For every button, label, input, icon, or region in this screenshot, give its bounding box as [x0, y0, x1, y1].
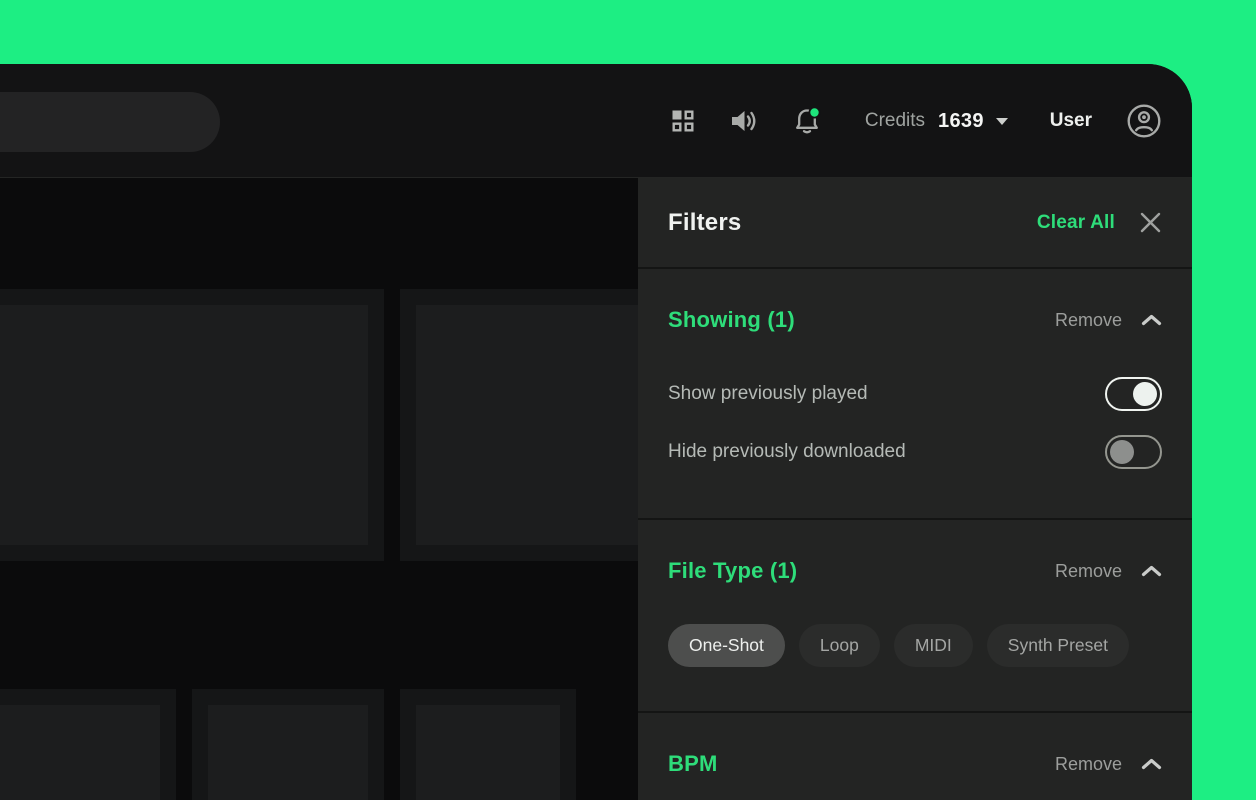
app-window: Credits 1639 User Filters — [0, 64, 1192, 800]
toggle-row-show-previously-played: Show previously played — [668, 377, 1162, 411]
content-card[interactable] — [0, 289, 384, 561]
filter-section-showing: Showing (1) Remove Show previously playe… — [638, 267, 1192, 518]
content-card[interactable] — [400, 689, 576, 800]
user-avatar-icon[interactable] — [1126, 103, 1162, 139]
chevron-up-icon[interactable] — [1141, 758, 1162, 770]
volume-icon[interactable] — [729, 108, 759, 134]
toggle-label: Hide previously downloaded — [668, 441, 906, 463]
chip-loop[interactable]: Loop — [799, 624, 880, 667]
content-card-thumbnail — [0, 705, 160, 800]
content-card[interactable] — [0, 689, 176, 800]
filters-title: Filters — [668, 209, 741, 237]
close-icon[interactable] — [1139, 211, 1162, 234]
section-title: BPM — [668, 749, 718, 779]
filters-panel: Filters Clear All Showing (1) — [638, 178, 1192, 800]
credits-dropdown-chevron-icon[interactable] — [996, 118, 1008, 125]
file-type-chips: One-Shot Loop MIDI Synth Preset — [668, 624, 1162, 667]
section-title: File Type (1) — [668, 556, 797, 586]
content-card[interactable] — [192, 689, 384, 800]
chevron-up-icon[interactable] — [1141, 565, 1162, 577]
section-title: Showing (1) — [668, 305, 795, 335]
clear-all-button[interactable]: Clear All — [1037, 212, 1115, 234]
remove-section-button[interactable]: Remove — [1055, 556, 1122, 586]
topbar: Credits 1639 User — [0, 64, 1192, 178]
content-card-thumbnail — [416, 305, 674, 545]
remove-section-button[interactable]: Remove — [1055, 305, 1122, 335]
credits-value: 1639 — [938, 110, 984, 133]
chip-synth-preset[interactable]: Synth Preset — [987, 624, 1129, 667]
page-background: Credits 1639 User Filters — [0, 0, 1256, 800]
filter-section-file-type: File Type (1) Remove One-Shot Loop MIDI — [638, 518, 1192, 711]
credits-label: Credits — [865, 110, 925, 132]
apps-grid-icon[interactable] — [671, 109, 695, 133]
chevron-up-icon[interactable] — [1141, 314, 1162, 326]
toggle-knob — [1110, 440, 1134, 464]
toggle-row-hide-previously-downloaded: Hide previously downloaded — [668, 435, 1162, 469]
notifications-bell-icon[interactable] — [793, 107, 821, 136]
toggle-label: Show previously played — [668, 383, 868, 405]
topbar-right-cluster: Credits 1639 User — [671, 64, 1162, 178]
remove-section-button[interactable]: Remove — [1055, 749, 1122, 779]
filters-panel-header: Filters Clear All — [638, 178, 1192, 267]
chip-midi[interactable]: MIDI — [894, 624, 973, 667]
chip-one-shot[interactable]: One-Shot — [668, 624, 785, 667]
toggle-knob — [1133, 382, 1157, 406]
hide-previously-downloaded-toggle[interactable] — [1105, 435, 1162, 469]
content-card-thumbnail — [208, 705, 368, 800]
show-previously-played-toggle[interactable] — [1105, 377, 1162, 411]
user-label[interactable]: User — [1050, 110, 1092, 132]
search-input[interactable] — [0, 92, 220, 152]
filter-section-bpm: BPM Remove — [638, 711, 1192, 800]
notification-dot — [810, 108, 818, 116]
content-card-thumbnail — [0, 305, 368, 545]
content-card-thumbnail — [416, 705, 560, 800]
